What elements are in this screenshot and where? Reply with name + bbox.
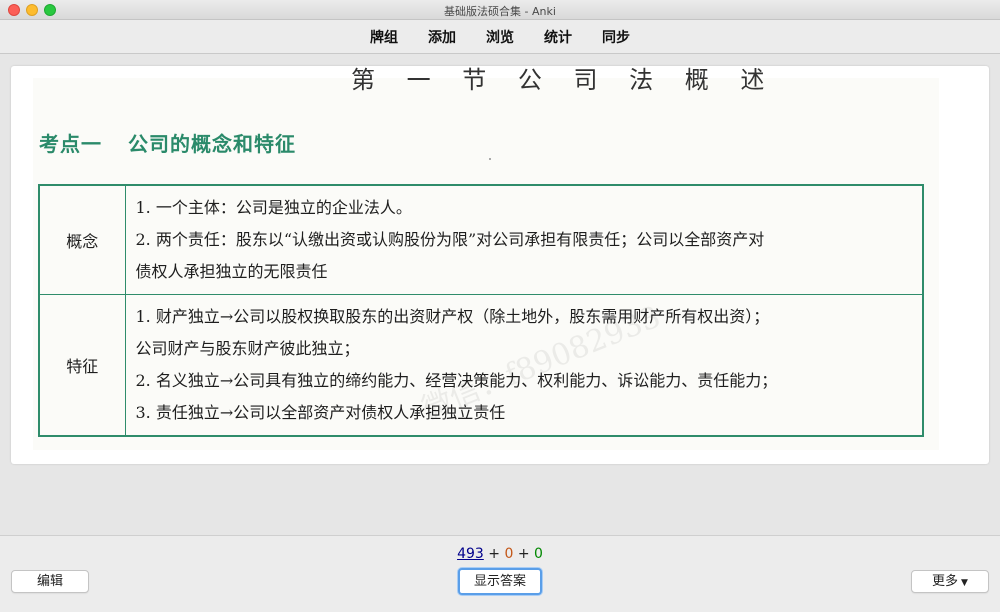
learn-count: 0 [504,546,514,562]
section-title: 考点一 公司的概念和特征 [39,128,296,157]
window-title: 基础版法硕合集 - Anki [444,5,556,18]
plus-sign: + [517,546,530,562]
section-label: 考点一 [39,132,102,156]
more-button[interactable]: 更多 ▼ [911,570,989,593]
toolbar-sync-link[interactable]: 同步 [587,27,645,47]
concept-line-1: 1. 一个主体：公司是独立的企业法人。 [135,198,412,217]
review-count: 0 [534,546,543,562]
row-body-feature: 1. 财产独立→公司以股权换取股东的出资财产权（除土地外，股东需用财产所有权出资… [124,294,924,437]
concept-line-2: 2. 两个责任：股东以“认缴出资或认购股份为限”对公司承担有限责任；公司以全部资… [135,230,765,249]
bottom-bar: 493 + 0 + 0 编辑 显示答案 更多 ▼ [0,535,1000,612]
plus-sign: + [488,546,500,562]
concept-table: 概念 1. 一个主体：公司是独立的企业法人。 2. 两个责任：股东以“认缴出资或… [38,184,924,437]
table-row: 特征 1. 财产独立→公司以股权换取股东的出资财产权（除土地外，股东需用财产所有… [38,294,924,437]
more-button-label: 更多 [932,574,959,589]
table-row: 概念 1. 一个主体：公司是独立的企业法人。 2. 两个责任：股东以“认缴出资或… [38,184,924,295]
scan-speck [489,158,491,160]
due-counts: 493 + 0 + 0 [0,546,1000,562]
toolbar-add-link[interactable]: 添加 [413,27,471,47]
card-webview: 第 一 节 公 司 法 概 述 考点一 公司的概念和特征 微信：f89082933… [11,66,989,464]
toolbar-decks-link[interactable]: 牌组 [355,27,413,47]
card-image: 第 一 节 公 司 法 概 述 考点一 公司的概念和特征 微信：f89082933… [33,66,939,450]
section-title-text: 公司的概念和特征 [128,132,296,156]
title-bar: 基础版法硕合集 - Anki [0,0,1000,20]
row-body-concept: 1. 一个主体：公司是独立的企业法人。 2. 两个责任：股东以“认缴出资或认购股… [124,184,924,295]
toolbar-stats-link[interactable]: 统计 [529,27,587,47]
row-header-concept: 概念 [38,184,126,295]
feature-line-4: 3. 责任独立→公司以全部资产对债权人承担独立责任 [135,403,506,422]
caret-down-icon: ▼ [961,578,968,588]
edit-button[interactable]: 编辑 [11,570,89,593]
feature-line-2: 公司财产与股东财产彼此独立； [135,339,360,358]
toolbar-browse-link[interactable]: 浏览 [471,27,529,47]
new-count[interactable]: 493 [457,546,484,562]
row-header-feature: 特征 [38,294,126,437]
chapter-title-cut: 第 一 节 公 司 法 概 述 [351,66,777,94]
main-toolbar: 牌组 添加 浏览 统计 同步 [0,20,1000,54]
feature-line-1: 1. 财产独立→公司以股权换取股东的出资财产权（除土地外，股东需用财产所有权出资… [135,307,770,326]
concept-line-3: 债权人承担独立的无限责任 [135,262,328,281]
feature-line-3: 2. 名义独立→公司具有独立的缔约能力、经营决策能力、权利能力、诉讼能力、责任能… [135,371,778,390]
show-answer-button[interactable]: 显示答案 [458,568,542,595]
